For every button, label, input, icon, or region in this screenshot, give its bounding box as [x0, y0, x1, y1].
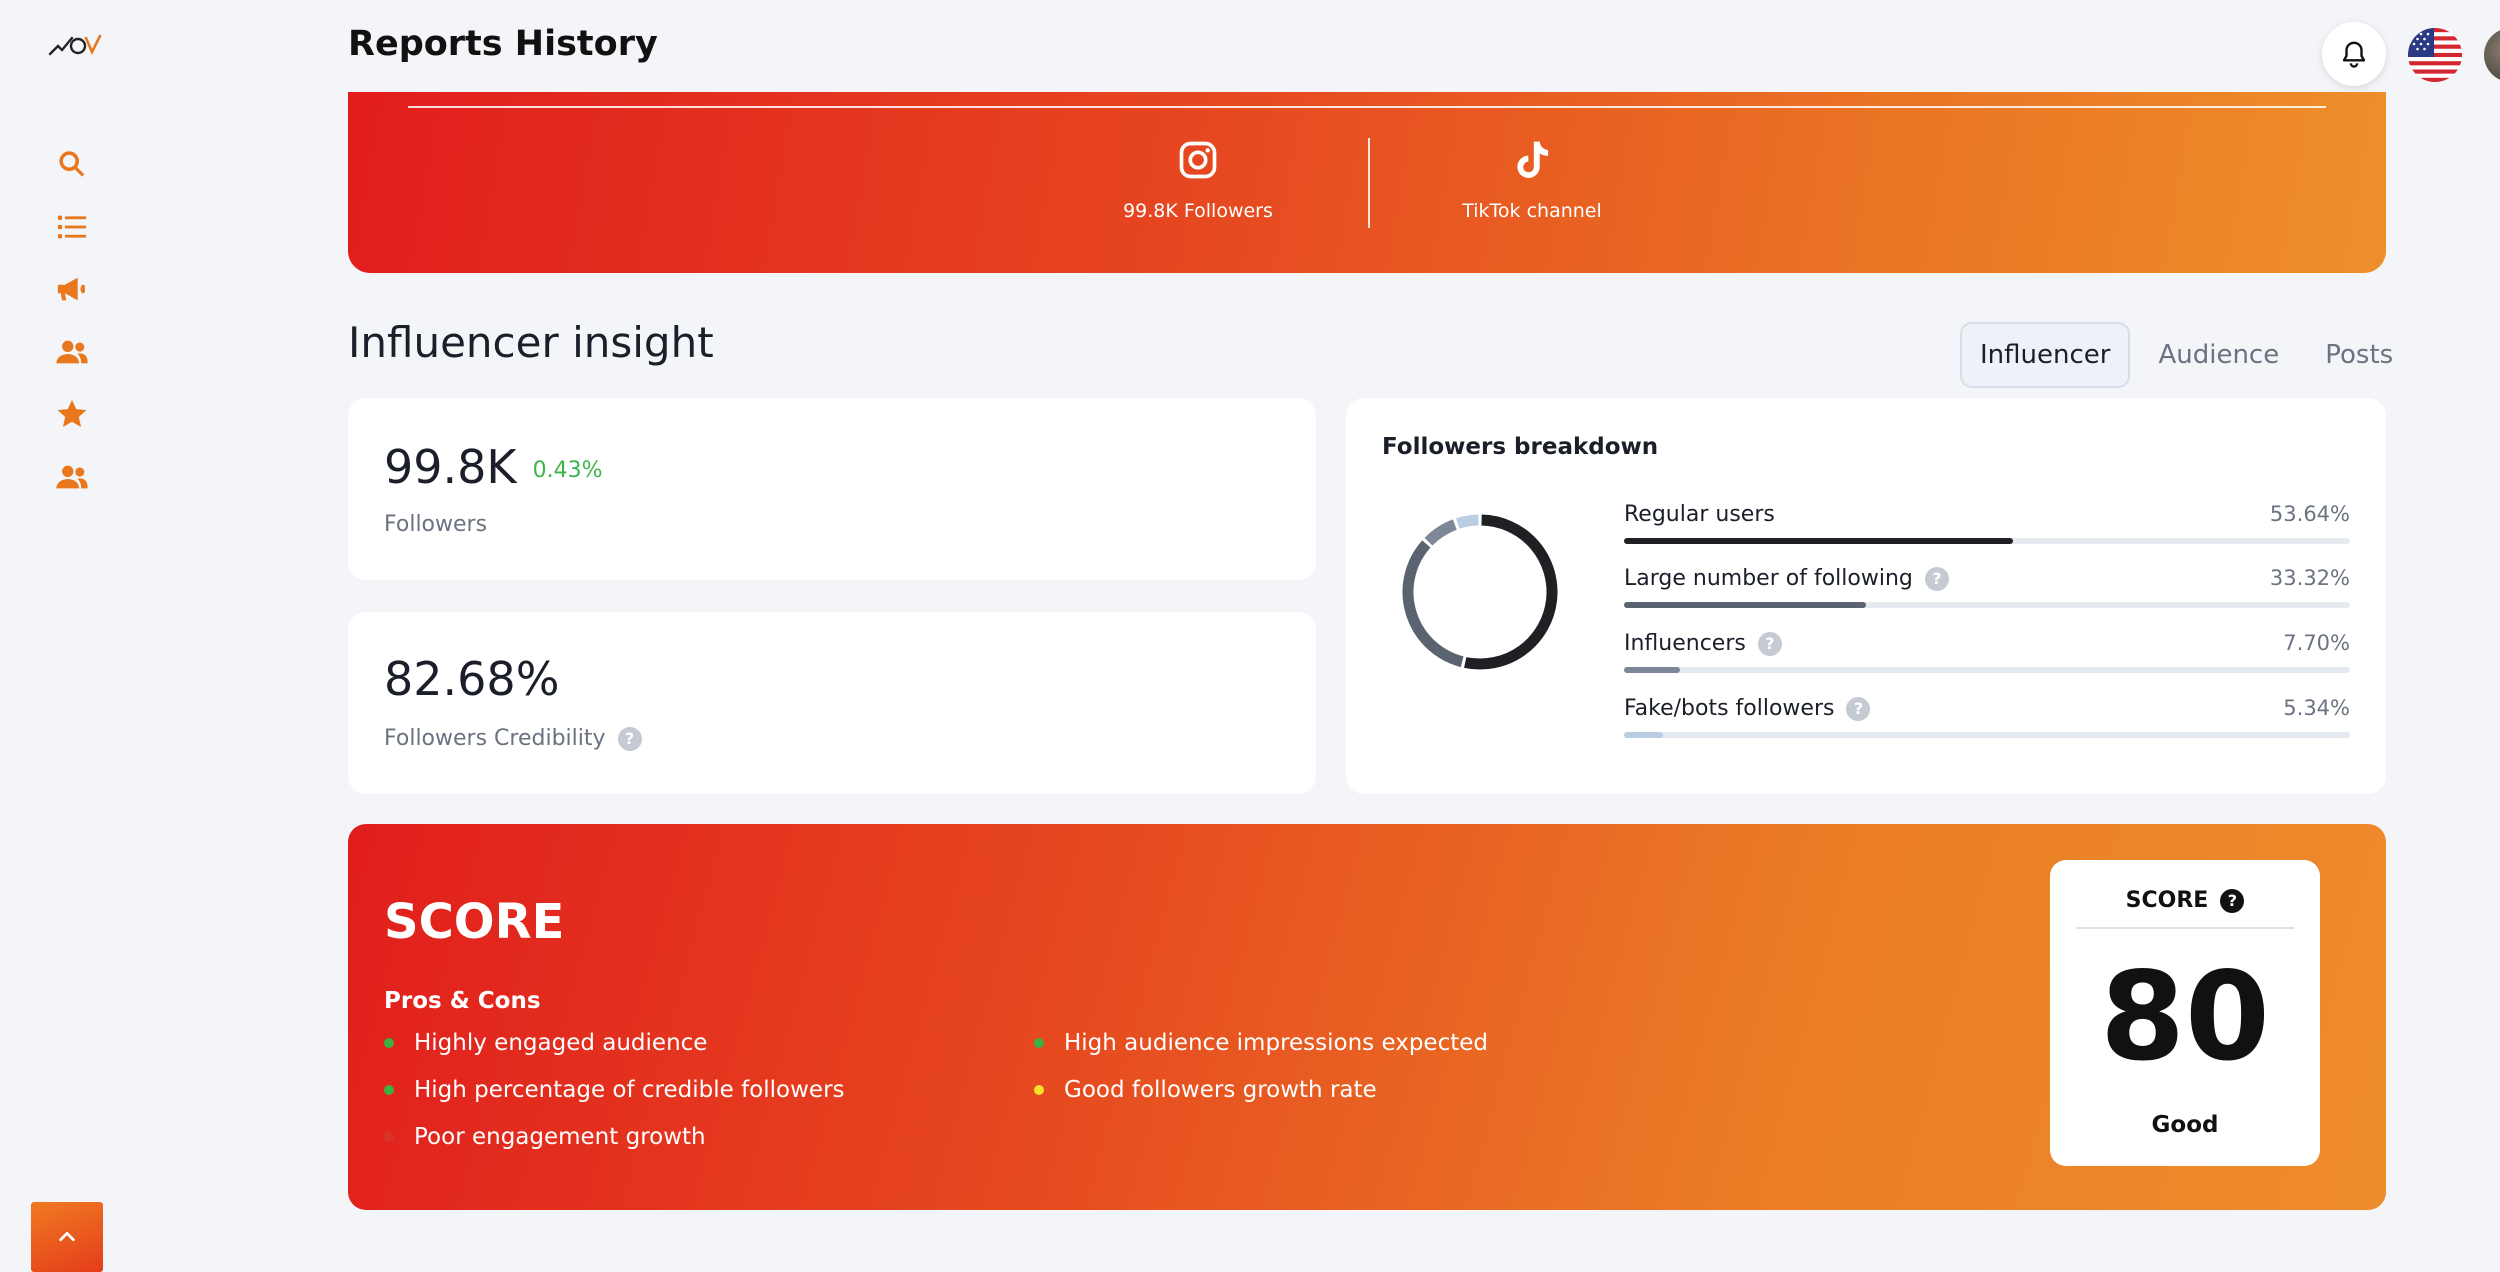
- breakdown-label-text: Influencers: [1624, 631, 1746, 656]
- credibility-label: Followers Credibility: [384, 726, 606, 751]
- breakdown-bar: [1624, 538, 2014, 544]
- large-following-help-icon[interactable]: ?: [1924, 566, 1949, 591]
- followers-stat: 99.8K 0.43%: [384, 440, 602, 494]
- breakdown-label-text: Fake/bots followers: [1624, 696, 1835, 721]
- credibility-help-icon[interactable]: ?: [617, 726, 642, 751]
- pros-cons-text: Highly engaged audience: [414, 1030, 708, 1056]
- followers-breakdown-card: Followers breakdown Regular users 53.64%…: [1346, 398, 2386, 794]
- score-panel: SCORE Pros & Cons Highly engaged audienc…: [348, 824, 2386, 1210]
- score-help-icon[interactable]: ?: [2220, 888, 2245, 913]
- instagram-link[interactable]: 99.8K Followers: [1048, 138, 1348, 222]
- list-icon[interactable]: [54, 209, 90, 245]
- breakdown-label-text: Large number of following: [1624, 566, 1913, 591]
- score-rating: Good: [2151, 1112, 2219, 1138]
- breakdown-row-influencers: Influencers? 7.70%: [1624, 631, 2350, 673]
- pros-cons-text: High audience impressions expected: [1064, 1030, 1488, 1056]
- pros-cons-text: Poor engagement growth: [414, 1124, 706, 1150]
- followers-label-wrap: Followers: [384, 512, 487, 537]
- tiktok-icon: [1517, 141, 1549, 178]
- status-dot: [1034, 1085, 1044, 1095]
- breakdown-label: Regular users: [1624, 502, 1775, 527]
- page-title: Reports History: [348, 24, 658, 64]
- status-dot: [384, 1038, 394, 1048]
- followers-change: 0.43%: [532, 458, 603, 483]
- scroll-to-top-button[interactable]: [31, 1202, 103, 1272]
- status-dot: [384, 1085, 394, 1095]
- breakdown-track: [1624, 538, 2350, 544]
- tab-influencer[interactable]: Influencer: [1960, 322, 2131, 388]
- pros-cons-item: High percentage of credible followers: [384, 1077, 845, 1103]
- credibility-value: 82.68%: [384, 652, 560, 706]
- users-icon[interactable]: [54, 334, 90, 370]
- notifications-button[interactable]: [2322, 22, 2386, 86]
- tiktok-channel-label: TikTok channel: [1462, 200, 1602, 222]
- language-flag-us[interactable]: [2408, 28, 2462, 82]
- pros-cons-item: Poor engagement growth: [384, 1124, 706, 1150]
- breakdown-track: [1624, 602, 2350, 608]
- pros-cons-text: Good followers growth rate: [1064, 1077, 1377, 1103]
- pros-cons-title: Pros & Cons: [384, 988, 541, 1014]
- pros-cons-item: High audience impressions expected: [1034, 1030, 1488, 1056]
- breakdown-title: Followers breakdown: [1382, 434, 1659, 460]
- breakdown-value: 53.64%: [2269, 502, 2350, 526]
- influencers-help-icon[interactable]: ?: [1757, 631, 1782, 656]
- donut-slice-fake-bots: [1456, 514, 1479, 529]
- pros-cons-item: Good followers growth rate: [1034, 1077, 1377, 1103]
- instagram-followers-label: 99.8K Followers: [1123, 200, 1273, 222]
- breakdown-label-text: Regular users: [1624, 502, 1775, 527]
- score-box: SCORE ? 80 Good: [2050, 860, 2320, 1166]
- banner-divider-line: [408, 106, 2326, 108]
- breakdown-label: Influencers?: [1624, 631, 1782, 656]
- star-icon[interactable]: [54, 396, 90, 432]
- social-divider: [1368, 138, 1370, 228]
- insight-tabs: Influencer Audience Posts: [1950, 322, 2411, 388]
- user-avatar[interactable]: [2484, 28, 2500, 82]
- fake-bots-help-icon[interactable]: ?: [1846, 696, 1871, 721]
- search-icon[interactable]: [54, 146, 90, 182]
- status-dot: [1034, 1038, 1044, 1048]
- followers-label: Followers: [384, 512, 488, 537]
- breakdown-track: [1624, 732, 2350, 738]
- tiktok-link[interactable]: TikTok channel: [1382, 138, 1682, 222]
- breakdown-row-large-following: Large number of following? 33.32%: [1624, 566, 2350, 608]
- tab-posts[interactable]: Posts: [2307, 322, 2411, 388]
- chevron-up-icon: [59, 1231, 75, 1242]
- instagram-icon: [1179, 141, 1217, 179]
- breakdown-value: 7.70%: [2283, 631, 2350, 655]
- breakdown-value: 33.32%: [2269, 566, 2350, 590]
- credibility-label-wrap: Followers Credibility ?: [384, 726, 642, 751]
- donut-slice-regular-users: [1464, 514, 1558, 670]
- score-box-header: SCORE ?: [2076, 888, 2294, 929]
- breakdown-label: Fake/bots followers?: [1624, 696, 1871, 721]
- followers-card: 99.8K 0.43% Followers: [348, 398, 1316, 580]
- score-box-title: SCORE: [2125, 888, 2209, 913]
- section-title: Influencer insight: [348, 318, 714, 367]
- breakdown-row-fake-bots: Fake/bots followers? 5.34%: [1624, 696, 2350, 738]
- tab-audience[interactable]: Audience: [2140, 322, 2297, 388]
- sidebar: [0, 0, 150, 1272]
- score-heading: SCORE: [384, 894, 565, 950]
- donut-slice-influencers: [1424, 519, 1457, 546]
- donut-slice-large-following: [1402, 540, 1464, 668]
- breakdown-row-regular: Regular users 53.64%: [1624, 502, 2350, 544]
- breakdown-track: [1624, 667, 2350, 673]
- breakdown-bar: [1624, 602, 1866, 608]
- us-flag-icon: [2408, 28, 2462, 82]
- followers-donut-chart: [1402, 514, 1558, 670]
- brand-logo[interactable]: [48, 30, 104, 62]
- score-value: 80: [2100, 946, 2270, 1088]
- breakdown-label: Large number of following?: [1624, 566, 1949, 591]
- pros-cons-item: Highly engaged audience: [384, 1030, 707, 1056]
- team-icon[interactable]: [54, 459, 90, 495]
- bell-icon: [2342, 41, 2366, 68]
- followers-value: 99.8K: [384, 440, 517, 494]
- profile-banner: 99.8K Followers TikTok channel: [348, 92, 2386, 273]
- breakdown-value: 5.34%: [2283, 696, 2350, 720]
- breakdown-bar: [1624, 732, 1663, 738]
- megaphone-icon[interactable]: [54, 271, 90, 307]
- status-dot: [384, 1132, 394, 1142]
- credibility-card: 82.68% Followers Credibility ?: [348, 612, 1316, 794]
- pros-cons-text: High percentage of credible followers: [414, 1077, 845, 1103]
- breakdown-bar: [1624, 667, 1680, 673]
